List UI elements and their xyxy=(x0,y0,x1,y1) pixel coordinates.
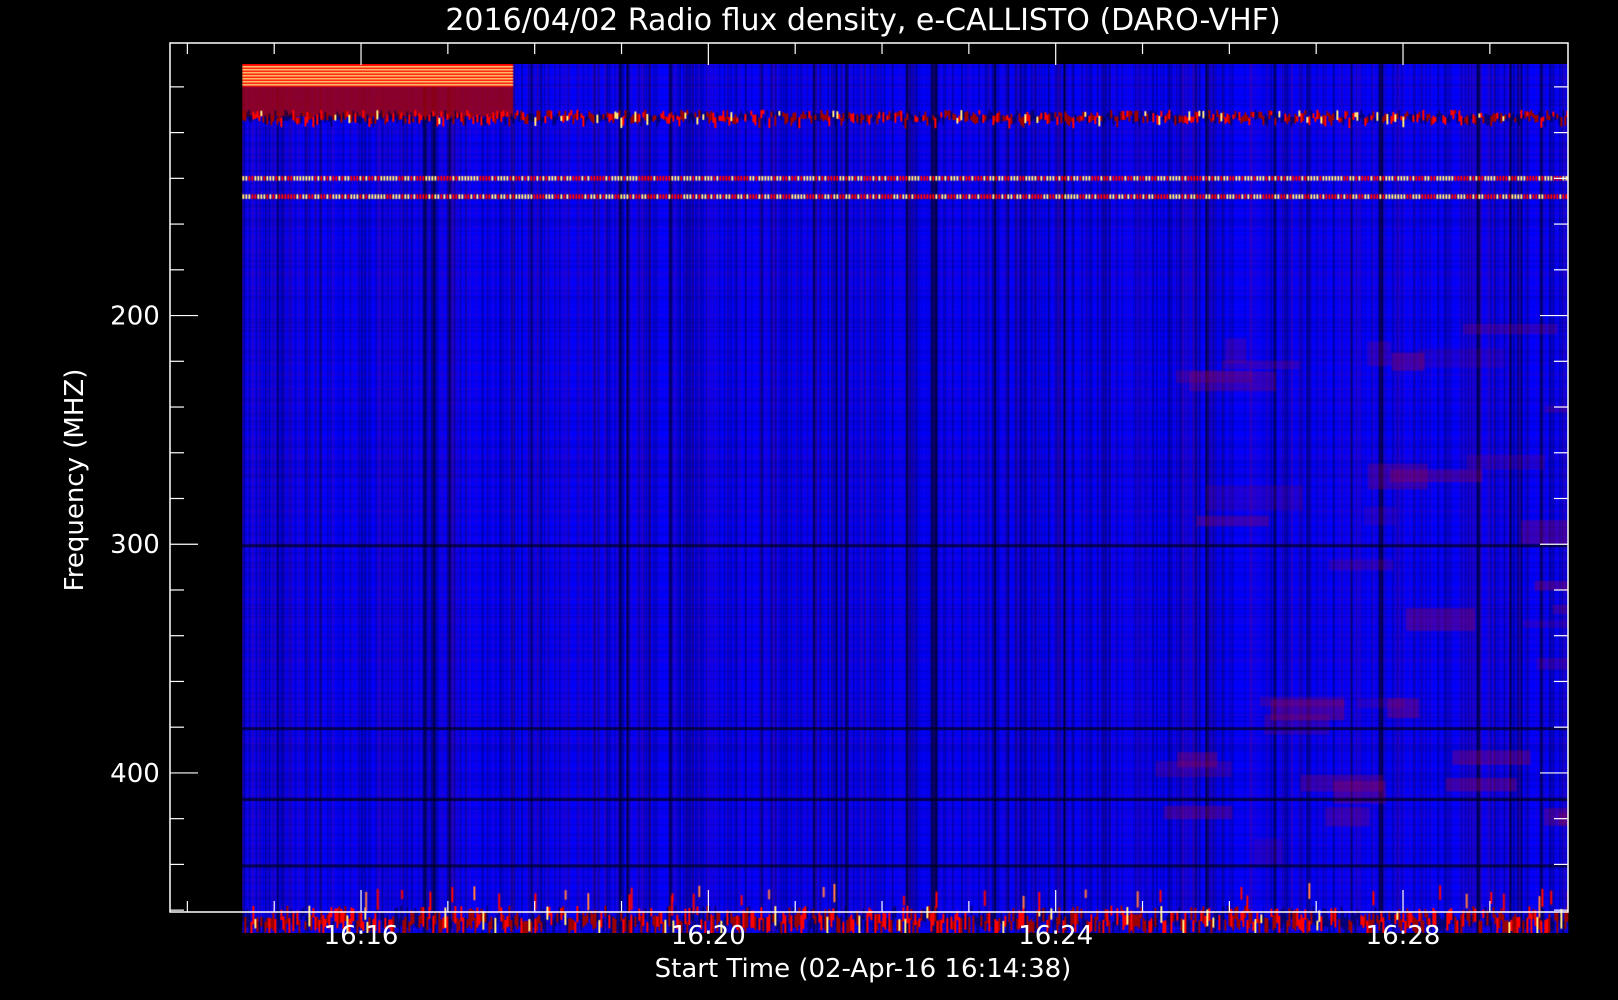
chart-title: 2016/04/02 Radio flux density, e-CALLIST… xyxy=(445,3,1280,38)
x-tick-label: 16:28 xyxy=(1366,921,1441,951)
x-tick-label: 16:24 xyxy=(1018,921,1093,951)
spectrogram-image xyxy=(242,64,1569,933)
spectrogram-chart: 2016/04/02 Radio flux density, e-CALLIST… xyxy=(60,3,1569,984)
x-tick-label: 16:20 xyxy=(671,921,746,951)
y-tick-label: 400 xyxy=(110,759,160,789)
y-axis-label: Frequency (MHZ) xyxy=(60,369,90,592)
x-tick-label: 16:16 xyxy=(324,921,399,951)
y-tick-label: 200 xyxy=(110,302,160,332)
x-axis-label: Start Time (02-Apr-16 16:14:38) xyxy=(655,954,1072,984)
y-tick-label: 300 xyxy=(110,530,160,560)
